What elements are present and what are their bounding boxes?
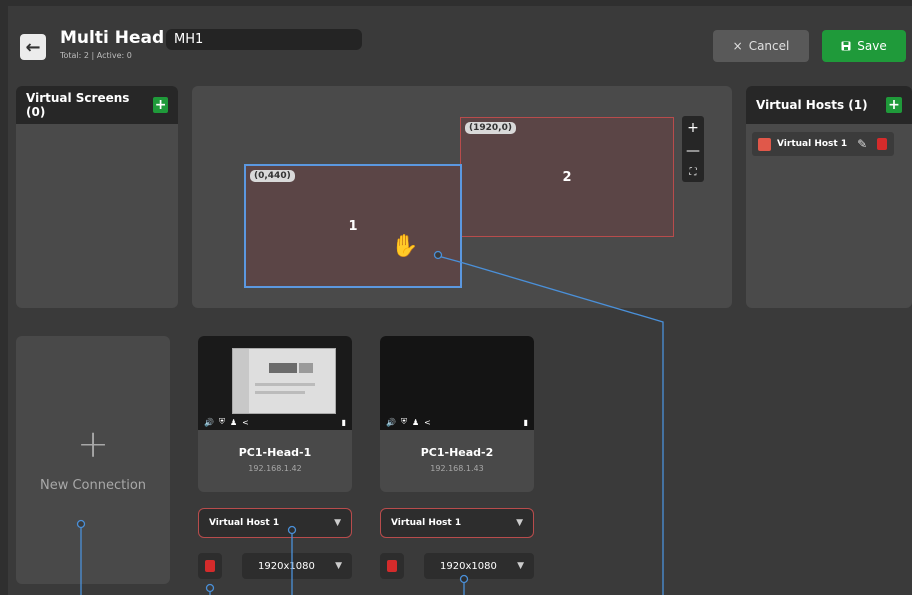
host-label: Virtual Host 1 xyxy=(777,139,848,149)
new-connection-label: New Connection xyxy=(39,478,147,493)
screen-preview: 🔊 ⛨ ♟ < ▮ xyxy=(380,336,534,430)
host-select-1[interactable]: Virtual Host 1 ▼ xyxy=(198,508,352,538)
virtual-hosts-title: Virtual Hosts (1) xyxy=(756,98,868,112)
preview-toolbar: 🔊 ⛨ ♟ < ▮ xyxy=(380,414,534,430)
virtual-screen-1[interactable]: (0,440) 1 ✋ xyxy=(244,164,462,288)
trash-icon xyxy=(387,560,397,572)
shield-icon[interactable]: ⛨ xyxy=(401,417,407,427)
host-select-value: Virtual Host 1 xyxy=(209,518,280,528)
trash-icon xyxy=(205,560,215,572)
new-connection-card[interactable]: + New Connection xyxy=(16,336,170,584)
virtual-hosts-panel: Virtual Hosts (1) + Virtual Host 1 ✎ xyxy=(746,86,912,308)
screen-coordinates: (0,440) xyxy=(250,170,295,182)
plus-icon: + xyxy=(77,422,109,466)
share-icon[interactable]: < xyxy=(242,418,249,427)
virtual-host-item[interactable]: Virtual Host 1 ✎ xyxy=(752,132,894,156)
add-virtual-screen-button[interactable]: + xyxy=(153,97,168,113)
page-title: Multi Head / xyxy=(60,28,177,48)
preview-window xyxy=(232,348,336,414)
user-icon[interactable]: ♟ xyxy=(230,418,237,427)
shield-icon[interactable]: ⛨ xyxy=(219,417,225,427)
virtual-screens-title: Virtual Screens (0) xyxy=(26,91,130,119)
virtual-screens-header: Virtual Screens (0) + xyxy=(16,86,178,124)
connector-handle xyxy=(205,583,215,593)
document-icon[interactable]: ▮ xyxy=(524,418,528,427)
virtual-screen-2[interactable]: (1920,0) 2 xyxy=(460,117,674,237)
share-icon[interactable]: < xyxy=(424,418,431,427)
multihead-editor: ← Multi Head / Total: 2 | Active: 0 × Ca… xyxy=(8,6,912,595)
zoom-in-icon[interactable]: + xyxy=(687,120,699,136)
floppy-disk-icon xyxy=(841,41,851,51)
document-icon[interactable]: ▮ xyxy=(342,418,346,427)
chevron-down-icon: ▼ xyxy=(516,518,523,528)
cancel-button[interactable]: × Cancel xyxy=(713,30,809,62)
host-select-value: Virtual Host 1 xyxy=(391,518,462,528)
virtual-hosts-header: Virtual Hosts (1) + xyxy=(746,86,912,124)
screen-number: 1 xyxy=(348,218,358,234)
name-input[interactable] xyxy=(166,29,362,50)
chevron-down-icon: ▼ xyxy=(334,518,341,528)
layout-canvas[interactable]: (1920,0) 2 (0,440) 1 ✋ xyxy=(192,86,732,308)
screen-preview: 🔊 ⛨ ♟ < ▮ xyxy=(198,336,352,430)
host-select-2[interactable]: Virtual Host 1 ▼ xyxy=(380,508,534,538)
chevron-down-icon: ▼ xyxy=(517,561,524,571)
resolution-select-2[interactable]: 1920x1080 ▼ xyxy=(424,553,534,579)
delete-connection-button-2[interactable] xyxy=(380,553,404,579)
screen-number: 2 xyxy=(562,169,572,185)
connection-card-2[interactable]: 🔊 ⛨ ♟ < ▮ PC1-Head-2 192.168.1.43 xyxy=(380,336,534,492)
zoom-controls: + — ⛶ xyxy=(682,116,704,182)
add-virtual-host-button[interactable]: + xyxy=(886,97,902,113)
resolution-value: 1920x1080 xyxy=(440,560,497,572)
back-button[interactable]: ← xyxy=(20,34,46,60)
cancel-label: Cancel xyxy=(748,39,790,53)
screen-coordinates: (1920,0) xyxy=(465,122,516,134)
edit-icon[interactable]: ✎ xyxy=(857,137,867,151)
delete-connection-button-1[interactable] xyxy=(198,553,222,579)
host-color-swatch xyxy=(758,137,771,151)
arrow-left-icon: ← xyxy=(25,36,41,58)
hand-cursor-icon: ✋ xyxy=(391,234,419,259)
chevron-down-icon: ▼ xyxy=(335,561,342,571)
close-icon: × xyxy=(732,39,743,53)
resolution-value: 1920x1080 xyxy=(258,560,315,572)
connection-name: PC1-Head-2 xyxy=(420,446,494,459)
virtual-screens-panel: Virtual Screens (0) + xyxy=(16,86,178,308)
connection-card-1[interactable]: 🔊 ⛨ ♟ < ▮ PC1-Head-1 192.168.1.42 xyxy=(198,336,352,492)
connection-name: PC1-Head-1 xyxy=(238,446,312,459)
connection-ip: 192.168.1.42 xyxy=(248,464,302,473)
trash-icon[interactable] xyxy=(877,138,888,150)
save-button[interactable]: Save xyxy=(822,30,906,62)
save-label: Save xyxy=(857,39,887,53)
speaker-icon[interactable]: 🔊 xyxy=(204,418,214,427)
preview-toolbar: 🔊 ⛨ ♟ < ▮ xyxy=(198,414,352,430)
resolution-select-1[interactable]: 1920x1080 ▼ xyxy=(242,553,352,579)
fit-screen-icon[interactable]: ⛶ xyxy=(690,167,697,178)
user-icon[interactable]: ♟ xyxy=(412,418,419,427)
connection-ip: 192.168.1.43 xyxy=(430,464,484,473)
speaker-icon[interactable]: 🔊 xyxy=(386,418,396,427)
summary-text: Total: 2 | Active: 0 xyxy=(60,51,132,60)
zoom-out-icon[interactable]: — xyxy=(686,143,700,159)
